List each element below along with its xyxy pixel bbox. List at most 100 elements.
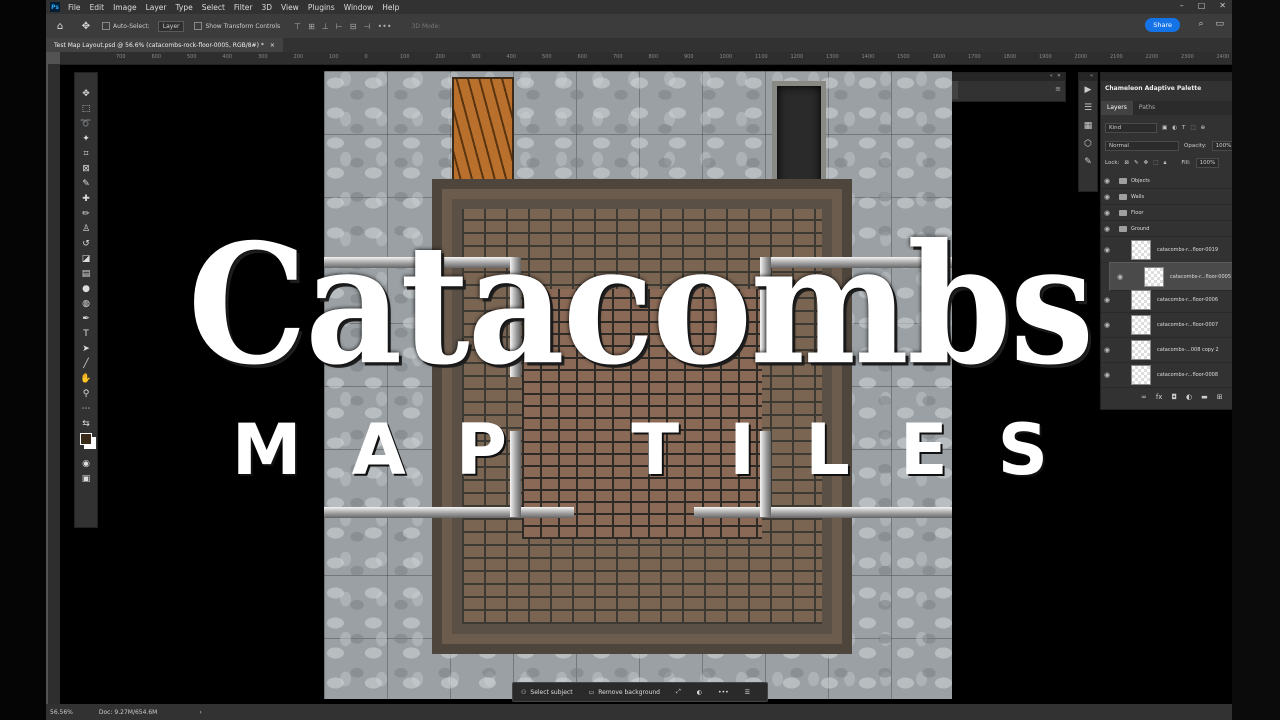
home-icon[interactable]: ⌂	[54, 20, 66, 32]
blur-tool-icon[interactable]: ●	[79, 282, 93, 296]
fill-input[interactable]: 100%	[1195, 158, 1220, 168]
remove-background-button[interactable]: ▭ Remove background	[581, 689, 668, 696]
menu-window[interactable]: Window	[344, 3, 374, 12]
panel-group-title[interactable]: Chameleon Adaptive Palette	[1105, 85, 1201, 92]
horizontal-ruler[interactable]: 700 600 500 400 300 200 100 0 100 200 300 400 500 600…	[60, 52, 1232, 65]
lock-artboard-icon[interactable]: ⬚	[1153, 160, 1158, 166]
menu-view[interactable]: View	[281, 3, 299, 12]
lock-all-icon[interactable]: 🔒︎	[1163, 160, 1166, 167]
close-tab-icon[interactable]: ×	[270, 42, 275, 49]
link-layers-icon[interactable]: ∞	[1141, 393, 1147, 401]
new-group-icon[interactable]: ▬	[1201, 393, 1208, 401]
share-button[interactable]: Share	[1145, 18, 1180, 32]
menu-edit[interactable]: Edit	[90, 3, 105, 12]
workspace-icon[interactable]: ▭	[1215, 19, 1224, 29]
lock-paint-icon[interactable]: ✎	[1134, 160, 1139, 166]
align-left-icon[interactable]: ⊢	[336, 22, 343, 31]
marquee-tool-icon[interactable]: ⬚	[79, 102, 93, 116]
gradient-tool-icon[interactable]: ▤	[79, 267, 93, 281]
move-tool-icon[interactable]: ✥	[79, 87, 93, 101]
hand-tool-icon[interactable]: ✋	[79, 372, 93, 386]
align-bottom-icon[interactable]: ⊥	[322, 22, 329, 31]
move-tool-icon[interactable]: ✥	[80, 20, 92, 32]
more-button[interactable]: •••	[710, 689, 737, 696]
eyedropper-tool-icon[interactable]: ✎	[79, 177, 93, 191]
menu-help[interactable]: Help	[382, 3, 399, 12]
align-middle-icon[interactable]: ⊞	[308, 22, 315, 31]
filter-smart-icon[interactable]: ⊕	[1201, 125, 1206, 131]
magic-wand-tool-icon[interactable]: ✦	[79, 132, 93, 146]
3d-icon[interactable]: ⬡	[1079, 135, 1097, 153]
document-tab[interactable]: Test Map Layout.psd @ 56.6% (catacombs-r…	[46, 38, 283, 52]
visibility-eye-icon[interactable]: ◉	[1101, 177, 1113, 185]
history-brush-icon[interactable]: ↺	[79, 237, 93, 251]
color-swatches-icon[interactable]	[79, 432, 93, 446]
search-icon[interactable]: ⌕	[1198, 19, 1203, 29]
path-selection-icon[interactable]: ➤	[79, 342, 93, 356]
tab-layers[interactable]: Layers	[1101, 101, 1133, 115]
menu-plugins[interactable]: Plugins	[308, 3, 335, 12]
libraries-icon[interactable]: ▦	[1079, 117, 1097, 135]
quick-mask-icon[interactable]: ◉	[79, 457, 93, 471]
filter-shape-icon[interactable]: ⬚	[1190, 125, 1195, 131]
blend-mode-dropdown[interactable]: Normal	[1105, 141, 1179, 151]
more-tools-icon[interactable]: ⋯	[79, 402, 93, 416]
opacity-input[interactable]: 100%	[1211, 141, 1232, 151]
menu-image[interactable]: Image	[113, 3, 137, 12]
menu-3d[interactable]: 3D	[261, 3, 272, 12]
menu-select[interactable]: Select	[202, 3, 225, 12]
add-mask-icon[interactable]: ◘	[1171, 393, 1177, 401]
transform-controls-checkbox[interactable]	[194, 22, 203, 30]
filter-pixel-icon[interactable]: ▣	[1162, 125, 1167, 131]
fx-icon[interactable]: fx	[1156, 393, 1163, 401]
adjust-icon[interactable]: ◐	[689, 689, 710, 696]
clone-stamp-icon[interactable]: ♙	[79, 222, 93, 236]
crop-tool-icon[interactable]: ⌗	[79, 147, 93, 161]
healing-brush-icon[interactable]: ✚	[79, 192, 93, 206]
document-title: Test Map Layout.psd @ 56.6% (catacombs-r…	[54, 41, 264, 49]
frame-tool-icon[interactable]: ⊠	[79, 162, 93, 176]
lock-transparent-icon[interactable]: ⊠	[1124, 160, 1129, 166]
menu-layer[interactable]: Layer	[146, 3, 167, 12]
line-tool-icon[interactable]: ╱	[79, 357, 93, 371]
adjustment-layer-icon[interactable]: ◐	[1186, 393, 1192, 401]
select-subject-button[interactable]: ⚇ Select subject	[513, 689, 581, 696]
swap-colors-icon[interactable]: ⇆	[79, 417, 93, 431]
align-top-icon[interactable]: ⊤	[294, 22, 301, 31]
menu-filter[interactable]: Filter	[234, 3, 253, 12]
close-window-button[interactable]: ✕	[1219, 1, 1226, 10]
lasso-tool-icon[interactable]: ➰	[79, 117, 93, 131]
menu-file[interactable]: File	[68, 3, 81, 12]
brush-tool-icon[interactable]: ✏	[79, 207, 93, 221]
kind-filter-dropdown[interactable]: Kind	[1105, 123, 1157, 133]
filter-type-icon[interactable]: T	[1182, 125, 1185, 131]
history-icon[interactable]: ▶	[1079, 81, 1097, 99]
layer-group-objects[interactable]: ◉ Objects	[1101, 173, 1232, 189]
zoom-level[interactable]: 56.56%	[50, 709, 73, 716]
status-arrow[interactable]: ›	[199, 709, 201, 716]
vertical-ruler[interactable]	[48, 64, 60, 704]
brush-settings-icon[interactable]: ✎	[1079, 153, 1097, 171]
eraser-tool-icon[interactable]: ◪	[79, 252, 93, 266]
auto-select-checkbox[interactable]	[102, 22, 110, 30]
panel-menu-icon[interactable]: ≡	[1055, 85, 1061, 93]
auto-select-dropdown[interactable]: Layer	[157, 20, 185, 32]
menu-type[interactable]: Type	[176, 3, 193, 12]
filter-adjust-icon[interactable]: ◐	[1172, 125, 1177, 131]
align-right-icon[interactable]: ⊣	[363, 22, 370, 31]
type-tool-icon[interactable]: T	[79, 327, 93, 341]
adjustments-icon[interactable]: ☰	[1079, 99, 1097, 117]
minimize-button[interactable]: –	[1180, 1, 1184, 10]
more-options-icon[interactable]: •••	[377, 22, 391, 31]
align-center-icon[interactable]: ⊟	[350, 22, 357, 31]
maximize-button[interactable]: □	[1198, 1, 1206, 10]
screen-mode-icon[interactable]: ▣	[79, 472, 93, 486]
lock-position-icon[interactable]: ✥	[1144, 160, 1149, 166]
tab-paths[interactable]: Paths	[1133, 101, 1161, 115]
new-layer-icon[interactable]: ⊞	[1217, 393, 1223, 401]
pen-tool-icon[interactable]: ✒	[79, 312, 93, 326]
transform-icon[interactable]: ⤢	[668, 688, 689, 696]
settings-sliders-icon[interactable]: ☰	[737, 689, 758, 696]
zoom-tool-icon[interactable]: ⚲	[79, 387, 93, 401]
dodge-tool-icon[interactable]: ◍	[79, 297, 93, 311]
